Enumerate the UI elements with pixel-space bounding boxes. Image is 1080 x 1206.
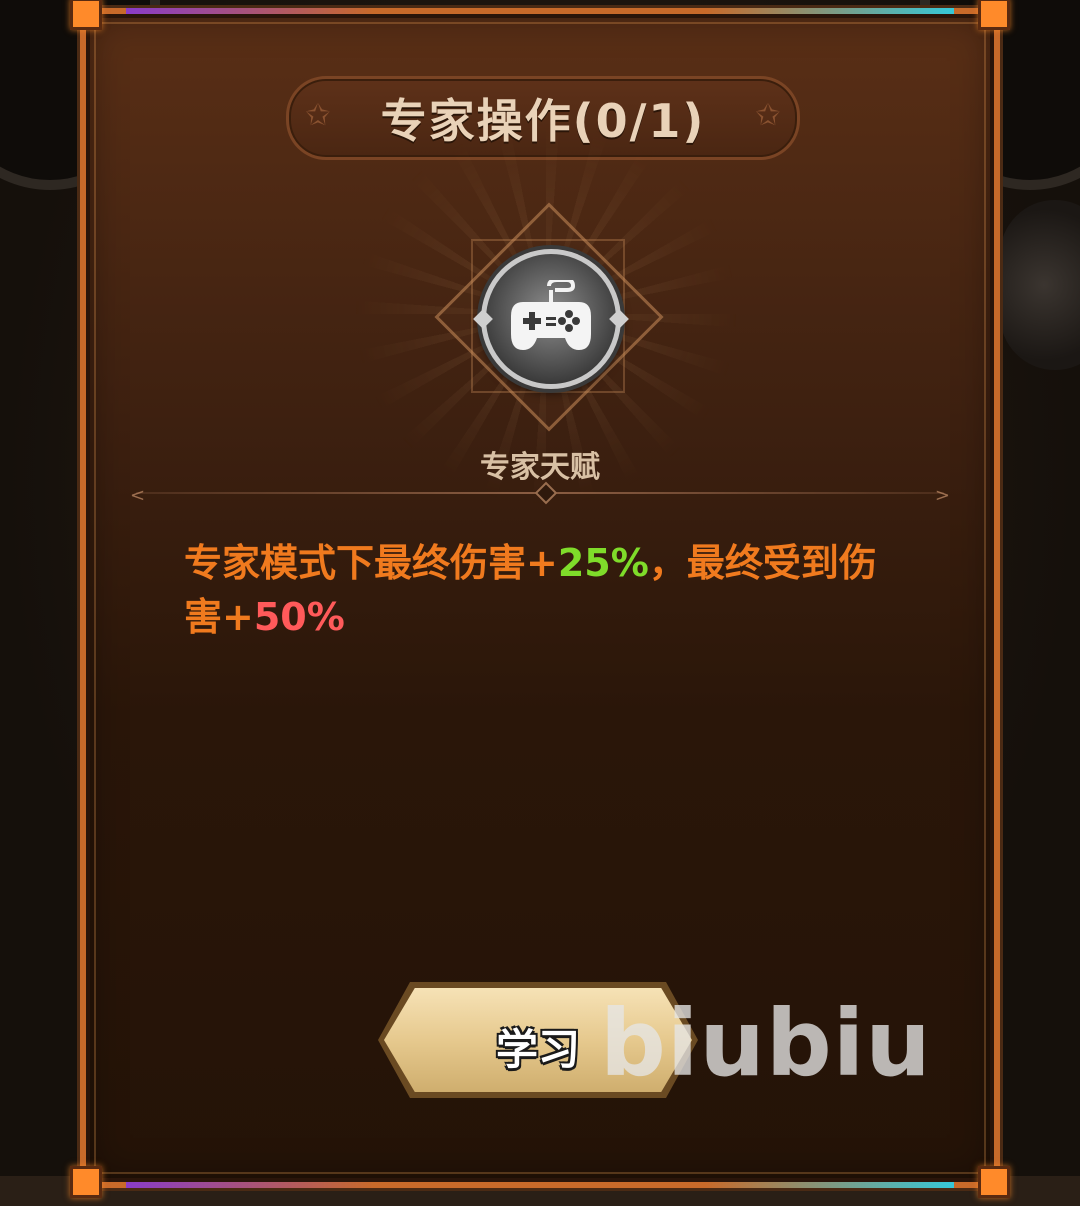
corner-gem-icon <box>978 1166 1010 1198</box>
desc-text-part1: 专家模式下最终伤害+ <box>184 541 558 585</box>
corner-gem-icon <box>70 0 102 30</box>
panel-top-edge <box>126 8 954 14</box>
damage-taken-value: 50% <box>253 595 345 639</box>
talent-emblem <box>346 124 746 504</box>
corner-gem-icon <box>978 0 1010 30</box>
corner-gem-icon <box>70 1166 102 1198</box>
gamepad-icon <box>511 280 591 350</box>
talent-description: 专家模式下最终伤害+25%，最终受到伤害+50% <box>184 536 904 644</box>
background-orb <box>1000 200 1080 370</box>
watermark-text: biubiu <box>600 990 932 1097</box>
talent-name: 专家天赋 <box>480 450 600 485</box>
talent-badge[interactable] <box>473 249 629 389</box>
star-icon: ✩ <box>305 98 331 133</box>
divider-arrow-icon: < <box>130 485 146 506</box>
divider-arrow-icon: > <box>934 485 950 506</box>
game-screen: ✩ 专家操作(0/1) ✩ 专家天赋 < > 专家模式下最终伤害+25%，最终受… <box>0 0 1080 1206</box>
damage-bonus-value: 25% <box>557 541 649 585</box>
star-icon: ✩ <box>755 98 781 133</box>
panel-bottom-edge <box>126 1182 954 1188</box>
